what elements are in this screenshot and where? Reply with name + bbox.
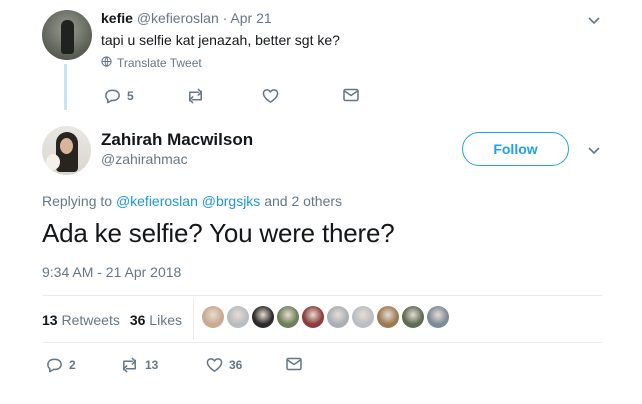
- liker-avatar[interactable]: [227, 306, 249, 328]
- likes-label: Likes: [149, 312, 182, 328]
- main-display-name[interactable]: Zahirah Macwilson: [101, 130, 253, 150]
- main-like-count: 36: [229, 358, 243, 372]
- envelope-icon: [343, 88, 359, 102]
- replying-user-link[interactable]: @kefieroslan: [116, 193, 198, 209]
- replying-prefix: Replying to: [42, 193, 113, 209]
- divider: [42, 342, 602, 343]
- retweets-label: Retweets: [61, 312, 120, 328]
- main-reply-button[interactable]: 2: [46, 357, 76, 373]
- thread-connector: [64, 64, 67, 110]
- parent-reply-button[interactable]: 5: [104, 88, 134, 104]
- stats-separator: [193, 298, 194, 340]
- follow-button[interactable]: Follow: [462, 132, 569, 166]
- main-avatar[interactable]: [42, 126, 91, 175]
- likes-count: 36: [129, 312, 146, 328]
- parent-display-name[interactable]: kefie: [101, 10, 133, 26]
- replying-user-link[interactable]: @brgsjks: [202, 193, 261, 209]
- parent-header: kefie @kefieroslan · Apr 21: [101, 10, 272, 26]
- liker-avatar[interactable]: [327, 306, 349, 328]
- liker-avatar[interactable]: [277, 306, 299, 328]
- parent-handle[interactable]: @kefieroslan: [137, 10, 219, 26]
- parent-tweet-text: tapi u selfie kat jenazah, better sgt ke…: [101, 32, 340, 48]
- retweet-icon: [186, 88, 205, 104]
- reply-icon: [46, 357, 63, 373]
- retweet-icon: [120, 357, 139, 373]
- globe-icon: [101, 56, 112, 70]
- main-reply-count: 2: [69, 358, 76, 372]
- retweets-stat[interactable]: 13 Retweets: [42, 312, 120, 328]
- main-retweet-count: 13: [145, 358, 159, 372]
- heart-icon: [206, 357, 223, 373]
- parent-dm-button[interactable]: [343, 88, 359, 102]
- liker-avatars: [202, 306, 449, 328]
- translate-tweet-link[interactable]: Translate Tweet: [101, 56, 202, 70]
- parent-date[interactable]: Apr 21: [230, 10, 271, 26]
- parent-reply-count: 5: [127, 89, 134, 103]
- main-retweet-button[interactable]: 13: [120, 357, 158, 373]
- envelope-icon: [286, 357, 302, 371]
- parent-retweet-button[interactable]: [186, 88, 205, 104]
- parent-caret-icon[interactable]: [586, 12, 602, 28]
- liker-avatar[interactable]: [377, 306, 399, 328]
- liker-avatar[interactable]: [352, 306, 374, 328]
- likes-stat[interactable]: 36 Likes: [130, 312, 182, 328]
- translate-label: Translate Tweet: [117, 56, 202, 70]
- liker-avatar[interactable]: [402, 306, 424, 328]
- heart-icon: [262, 88, 279, 104]
- liker-avatar[interactable]: [427, 306, 449, 328]
- engagement-stats: 13 Retweets 36 Likes: [42, 312, 182, 328]
- main-like-button[interactable]: 36: [206, 357, 242, 373]
- main-dm-button[interactable]: [286, 357, 302, 371]
- main-handle[interactable]: @zahirahmac: [101, 151, 188, 167]
- divider: [42, 295, 602, 296]
- main-caret-icon[interactable]: [586, 142, 602, 158]
- liker-avatar[interactable]: [302, 306, 324, 328]
- liker-avatar[interactable]: [202, 306, 224, 328]
- replying-others[interactable]: and 2 others: [264, 193, 342, 209]
- tweet-timestamp[interactable]: 9:34 AM - 21 Apr 2018: [42, 264, 181, 280]
- liker-avatar[interactable]: [252, 306, 274, 328]
- parent-avatar[interactable]: [42, 10, 92, 60]
- parent-like-button[interactable]: [262, 88, 279, 104]
- retweets-count: 13: [42, 312, 58, 328]
- replying-to-line: Replying to @kefieroslan @brgsjks and 2 …: [42, 193, 342, 209]
- main-tweet-text: Ada ke selfie? You were there?: [42, 218, 395, 248]
- reply-icon: [104, 88, 121, 104]
- header-separator: ·: [222, 10, 228, 26]
